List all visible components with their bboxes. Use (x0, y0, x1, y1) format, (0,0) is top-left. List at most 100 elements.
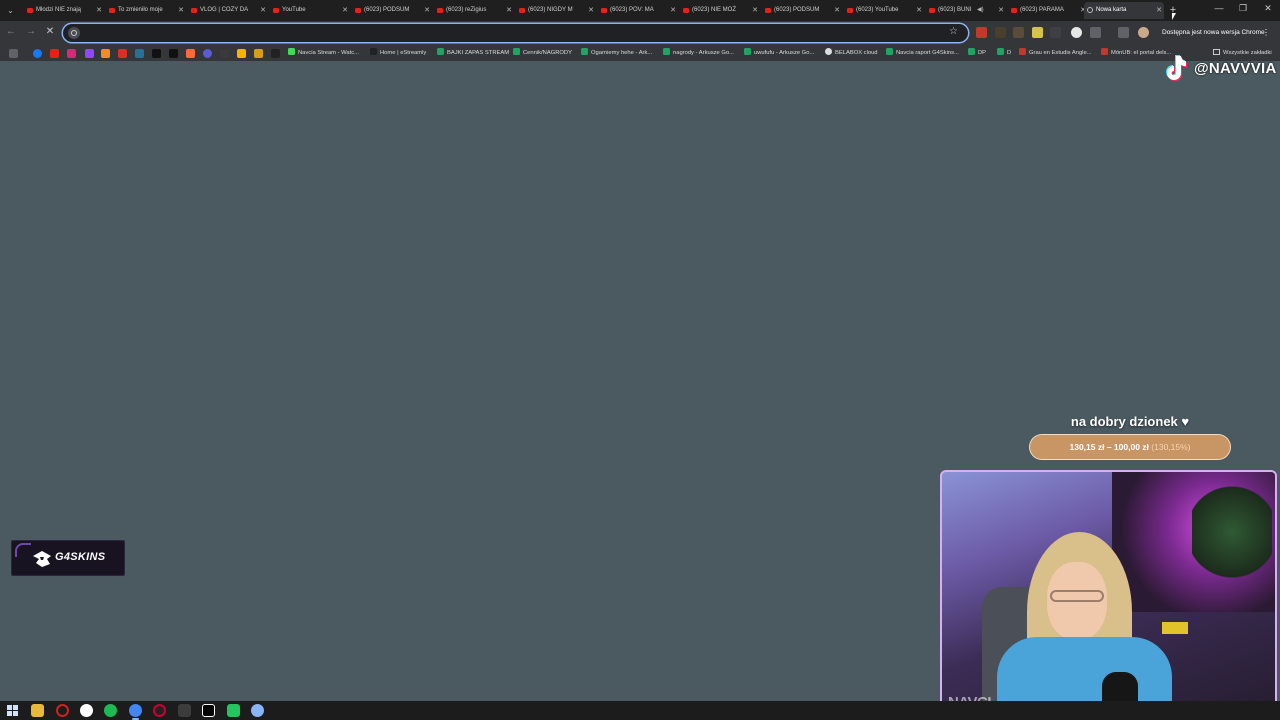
app-icon[interactable] (56, 704, 69, 717)
extension-icon[interactable] (1013, 27, 1024, 38)
bookmark-icon[interactable] (220, 49, 229, 58)
tab[interactable]: (6023) reZigius ✕ (434, 2, 514, 19)
bookmark-icon[interactable] (237, 49, 246, 58)
bookmark-item[interactable]: BAJKI ZAPAS STREAM (437, 45, 509, 61)
bookmark-item[interactable]: Navcia raport G4Skins... (886, 45, 959, 61)
update-chrome-label: Dostępna jest nowa wersja Chrome (1162, 29, 1265, 36)
media-controls-icon[interactable] (1118, 27, 1129, 38)
minimize-icon[interactable]: — (1207, 3, 1231, 13)
tab-title: (6023) YouTube (856, 7, 899, 13)
donation-goal-bar: 130,15 zł – 100,00 zł (130,15%) (1030, 435, 1230, 459)
bookmark-item[interactable]: BELABOX cloud (825, 45, 878, 61)
extension-icon[interactable] (1071, 27, 1082, 38)
extensions-puzzle-icon[interactable] (1090, 27, 1101, 38)
chrome-profile-icon[interactable] (251, 704, 264, 717)
bookmark-item[interactable]: Navcia Stream - Watc... (288, 45, 359, 61)
extension-icon[interactable] (1050, 27, 1061, 38)
tab[interactable]: (6023) NIGDY M ✕ (516, 2, 596, 19)
more-menu-icon[interactable]: ⋮ (1262, 25, 1270, 41)
bookmark-item[interactable]: DP (968, 45, 986, 61)
tab-search-icon[interactable]: ⌄ (4, 4, 17, 17)
app-icon[interactable] (227, 704, 240, 717)
facebook-icon[interactable] (33, 49, 42, 58)
restore-icon[interactable]: ❐ (1231, 3, 1255, 14)
instagram-icon[interactable] (67, 49, 76, 58)
bookmark-icon[interactable] (203, 49, 212, 58)
tiktok-icon[interactable] (169, 49, 178, 58)
tab-title: (6023) NIE MOŻ (692, 7, 737, 13)
tab-close-icon[interactable]: ✕ (506, 2, 512, 19)
bookmark-item[interactable]: Cennik/NAGRODY (513, 45, 572, 61)
tab[interactable]: (6023) NIE MOŻ ✕ (680, 2, 760, 19)
forward-icon[interactable]: → (24, 26, 38, 37)
extension-icon[interactable] (1032, 27, 1043, 38)
windows-start-icon[interactable] (6, 704, 19, 717)
tab[interactable]: YouTube ✕ (270, 2, 350, 19)
tab-close-icon[interactable]: ✕ (1156, 2, 1162, 19)
app-icon[interactable] (202, 704, 215, 717)
tab-close-icon[interactable]: ✕ (424, 2, 430, 19)
bookmark-item[interactable]: nagrody - Arkusze Go... (663, 45, 734, 61)
chrome-icon[interactable] (129, 704, 142, 720)
youtube-icon (601, 8, 607, 13)
tab[interactable]: To zmieniło moje ✕ (106, 2, 186, 19)
bookmark-icon[interactable] (271, 49, 280, 58)
address-input[interactable] (83, 26, 923, 40)
tab-close-icon[interactable]: ✕ (178, 2, 184, 19)
tab[interactable]: VLOG | COZY DA ✕ (188, 2, 268, 19)
apps-grid-icon[interactable] (9, 49, 18, 58)
tab-close-icon[interactable]: ✕ (670, 2, 676, 19)
tab-close-icon[interactable]: ✕ (588, 2, 594, 19)
bookmarks-bar: Navcia Stream - Watc... Home | eStreamly… (0, 45, 1280, 61)
bookmark-icon[interactable] (254, 49, 263, 58)
tab-close-icon[interactable]: ✕ (752, 2, 758, 19)
stop-loading-icon[interactable]: ✕ (43, 26, 57, 37)
twitch-icon[interactable] (85, 49, 94, 58)
tab[interactable]: (6023) BUNI ◀) ✕ (926, 2, 1006, 19)
tab-close-icon[interactable]: ✕ (998, 2, 1004, 19)
tab-close-icon[interactable]: ✕ (260, 2, 266, 19)
bookmark-item[interactable]: D (997, 45, 1011, 61)
tab[interactable]: (6023) PODSUM ✕ (762, 2, 842, 19)
extension-icon[interactable] (976, 27, 987, 38)
tab[interactable]: (6023) POV: MA ✕ (598, 2, 678, 19)
close-window-icon[interactable]: ✕ (1256, 3, 1280, 14)
bookmark-label: BAJKI ZAPAS STREAM (447, 50, 510, 56)
bookmark-item[interactable]: Grau en Estudis Angle... (1019, 45, 1092, 61)
speaker-icon[interactable]: ◀) (977, 2, 984, 19)
bookmark-icon[interactable] (101, 49, 110, 58)
bookmark-item[interactable]: Ogarniemy hehe - Ark... (581, 45, 652, 61)
bookmark-item[interactable]: uwufufu - Arkusze Go... (744, 45, 814, 61)
webcam-feed: NAVCI (940, 470, 1277, 718)
update-chrome-chip[interactable]: Dostępna jest nowa wersja Chrome ⋮ (1158, 25, 1274, 41)
youtube-icon (1011, 8, 1017, 13)
extension-icon[interactable] (995, 27, 1006, 38)
x-icon[interactable] (152, 49, 161, 58)
app-icon[interactable] (178, 704, 191, 717)
profile-avatar[interactable] (1138, 27, 1149, 38)
spotify-icon[interactable] (104, 704, 117, 717)
goal-label: 130,15 zł – 100,00 zł (130,15%) (1069, 442, 1191, 452)
tab[interactable]: (6023) PODSUM ✕ (352, 2, 432, 19)
youtube-icon[interactable] (50, 49, 59, 58)
tab[interactable]: Młodzi NIE znają ✕ (24, 2, 104, 19)
bookmark-star-icon[interactable]: ☆ (949, 26, 958, 37)
bookmark-icon[interactable] (118, 49, 127, 58)
app-icon[interactable] (153, 704, 166, 717)
tab-close-icon[interactable]: ✕ (342, 2, 348, 19)
tab[interactable]: (6023) PARAMA✕ (1008, 2, 1088, 19)
tab-active[interactable]: Nowa karta ✕ (1084, 2, 1164, 19)
cam-person-glasses (1050, 590, 1104, 602)
back-icon[interactable]: ← (4, 26, 18, 37)
address-bar[interactable]: ☆ (63, 24, 968, 42)
file-explorer-icon[interactable] (31, 704, 44, 717)
tab-close-icon[interactable]: ✕ (96, 2, 102, 19)
obs-icon[interactable] (80, 704, 93, 717)
bookmark-icon[interactable] (186, 49, 195, 58)
tab-close-icon[interactable]: ✕ (834, 2, 840, 19)
bookmark-icon[interactable] (135, 49, 144, 58)
bookmark-item[interactable]: Home | eStreamly (370, 45, 426, 61)
goal-target: 100,00 zł (1113, 442, 1149, 452)
tab-close-icon[interactable]: ✕ (916, 2, 922, 19)
tab[interactable]: (6023) YouTube ✕ (844, 2, 924, 19)
